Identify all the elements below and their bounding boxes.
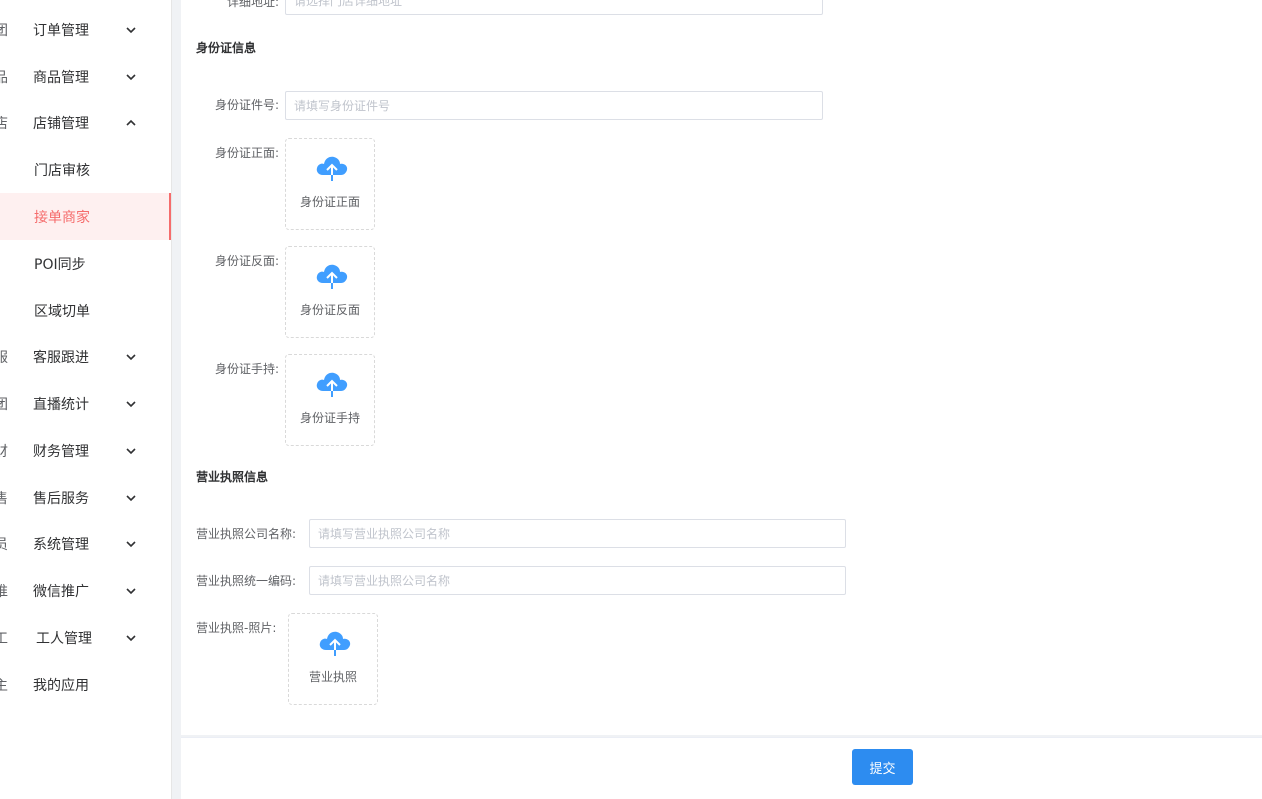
chevron-up-icon — [126, 119, 136, 126]
license-photo-upload[interactable]: 营业执照 — [288, 613, 378, 705]
id-number-input[interactable] — [285, 91, 823, 120]
stores-icon: 店 — [0, 115, 8, 132]
chevron-down-icon — [126, 400, 136, 407]
chevron-down-icon — [126, 587, 136, 594]
system-icon: 员 — [0, 536, 8, 553]
cloud-upload-icon — [319, 631, 351, 656]
company-name-input[interactable] — [309, 519, 846, 548]
sidebar-item-label: 财务管理 — [33, 443, 89, 460]
address-input[interactable] — [285, 0, 823, 15]
upload-caption: 身份证手持 — [299, 411, 360, 425]
sidebar-item-finance[interactable]: 财 财务管理 — [0, 427, 171, 474]
upload-caption: 身份证反面 — [299, 303, 360, 317]
after-sales-icon: 售 — [0, 490, 8, 507]
footer-bar — [181, 737, 1262, 799]
sidebar: 团 订单管理 品 商品管理 店 店铺管理 门店审核 接单商家 POI同步 区域切… — [0, 0, 172, 799]
products-icon: 品 — [0, 69, 8, 86]
sidebar-item-label: 我的应用 — [33, 677, 89, 694]
sidebar-item-orders[interactable]: 团 订单管理 — [0, 6, 171, 53]
id-handheld-label: 身份证手持: — [214, 362, 279, 376]
upload-caption: 营业执照 — [308, 670, 357, 684]
sidebar-item-workers[interactable]: 工 工人管理 — [0, 614, 171, 661]
sidebar-item-label: 售后服务 — [33, 490, 89, 507]
sidebar-item-label: 商品管理 — [33, 69, 89, 86]
id-handheld-upload[interactable]: 身份证手持 — [285, 354, 375, 446]
upload-caption: 身份证正面 — [299, 195, 360, 209]
sidebar-item-label: 直播统计 — [33, 396, 89, 413]
chevron-down-icon — [126, 73, 136, 80]
sidebar-item-label: 订单管理 — [33, 22, 89, 39]
sidebar-item-label: 系统管理 — [33, 536, 89, 553]
form-panel: 详细地址: 身份证信息 身份证件号: 身份证正面: 身份证正面 身份证反面: 身… — [181, 0, 1262, 735]
license-photo-label: 营业执照-照片: — [196, 621, 277, 635]
id-front-label: 身份证正面: — [214, 146, 279, 160]
finance-icon: 财 — [0, 443, 8, 460]
cloud-upload-icon — [316, 156, 348, 181]
cloud-upload-icon — [316, 264, 348, 289]
wechat-icon: 推 — [0, 583, 8, 600]
chevron-down-icon — [126, 494, 136, 501]
id-back-label: 身份证反面: — [214, 254, 279, 268]
cloud-upload-icon — [316, 372, 348, 397]
sidebar-item-my-apps[interactable]: 主 我的应用 — [0, 661, 171, 708]
sidebar-item-label: POI同步 — [34, 256, 86, 273]
apps-icon: 主 — [0, 677, 8, 694]
service-icon: 服 — [0, 349, 8, 366]
chevron-down-icon — [126, 447, 136, 454]
sidebar-item-label: 店铺管理 — [33, 115, 89, 132]
id-section-title: 身份证信息 — [196, 41, 257, 55]
sidebar-item-after-sales[interactable]: 售 售后服务 — [0, 474, 171, 521]
sidebar-item-stores[interactable]: 店 店铺管理 — [0, 99, 171, 146]
workers-icon: 工 — [0, 630, 8, 647]
company-name-label: 营业执照公司名称: — [196, 527, 297, 541]
chevron-down-icon — [126, 540, 136, 547]
sidebar-item-label: 工人管理 — [36, 630, 92, 647]
sidebar-item-store-review[interactable]: 门店审核 — [0, 146, 171, 193]
sidebar-item-customer-service[interactable]: 服 客服跟进 — [0, 333, 171, 380]
sidebar-item-region-switch[interactable]: 区域切单 — [0, 287, 171, 334]
id-front-upload[interactable]: 身份证正面 — [285, 138, 375, 230]
address-label: 详细地址: — [226, 0, 279, 9]
sidebar-item-system[interactable]: 员 系统管理 — [0, 520, 171, 567]
chevron-down-icon — [126, 634, 136, 641]
sidebar-item-poi-sync[interactable]: POI同步 — [0, 240, 171, 287]
id-number-label: 身份证件号: — [214, 98, 279, 112]
unified-code-label: 营业执照统一编码: — [196, 574, 297, 588]
orders-icon: 团 — [0, 22, 8, 39]
live-icon: 团 — [0, 396, 8, 413]
sidebar-item-label: 区域切单 — [34, 303, 90, 320]
sidebar-item-products[interactable]: 品 商品管理 — [0, 53, 171, 100]
sidebar-item-live-stats[interactable]: 团 直播统计 — [0, 380, 171, 427]
sidebar-item-order-merchants[interactable]: 接单商家 — [0, 193, 171, 240]
unified-code-input[interactable] — [309, 566, 846, 595]
sidebar-item-wechat[interactable]: 推 微信推广 — [0, 567, 171, 614]
chevron-down-icon — [126, 353, 136, 360]
sidebar-item-label: 门店审核 — [34, 162, 90, 179]
submit-button[interactable]: 提交 — [852, 749, 913, 785]
sidebar-item-label: 接单商家 — [34, 209, 90, 226]
chevron-down-icon — [126, 26, 136, 33]
sidebar-item-label: 微信推广 — [33, 583, 89, 600]
id-back-upload[interactable]: 身份证反面 — [285, 246, 375, 338]
sidebar-item-label: 客服跟进 — [33, 349, 89, 366]
license-section-title: 营业执照信息 — [196, 470, 269, 484]
